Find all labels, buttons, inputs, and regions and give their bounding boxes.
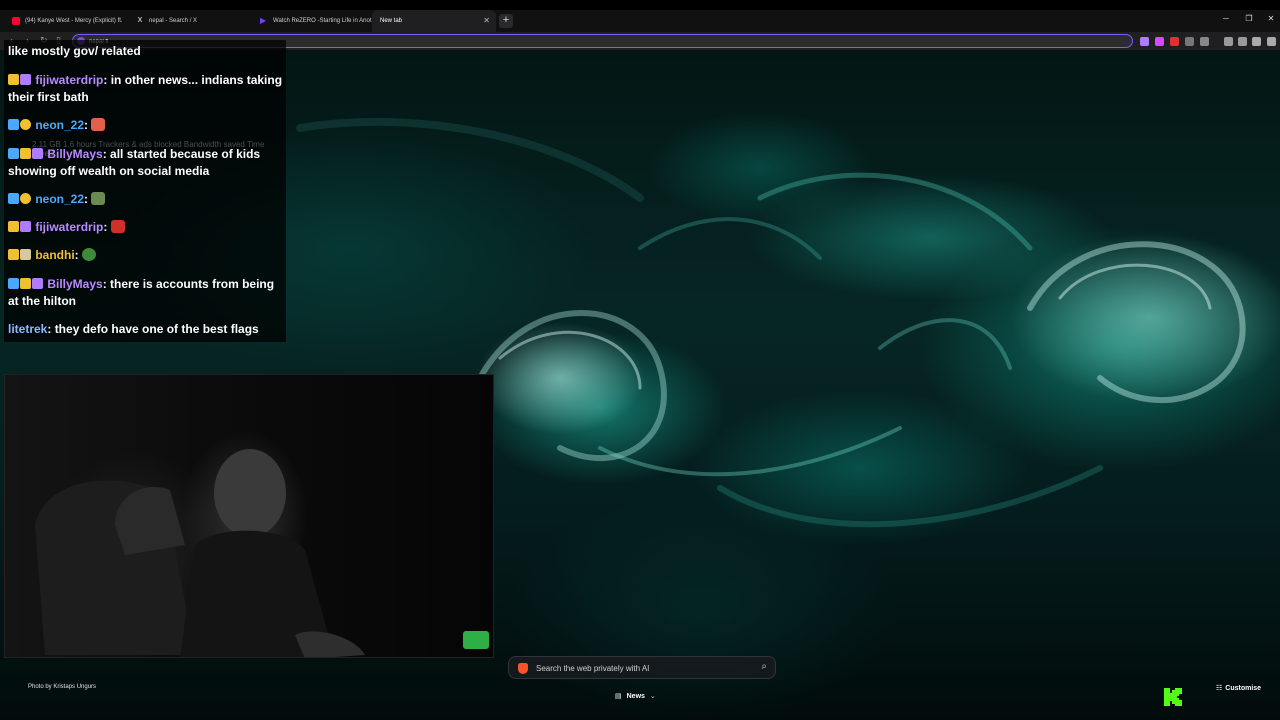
tab-title: (94) Kanye West - Mercy (Explicit) ft. bbox=[25, 18, 123, 24]
tab-title: New tab bbox=[380, 18, 403, 24]
close-window-icon[interactable]: ✕ bbox=[1265, 14, 1277, 23]
verified-badge-icon bbox=[8, 119, 19, 130]
sub-badge-icon bbox=[20, 221, 31, 232]
chat-username[interactable]: BillyMays bbox=[47, 147, 102, 161]
chat-username[interactable]: neon_22 bbox=[35, 118, 84, 132]
verified-badge-icon bbox=[8, 278, 19, 289]
face-emote-icon bbox=[91, 192, 106, 205]
message-text: : bbox=[84, 192, 89, 206]
chat-message: neon_22: bbox=[8, 191, 284, 208]
news-icon: ▤ bbox=[615, 693, 622, 700]
customise-button[interactable]: ☷ Customise bbox=[1216, 684, 1262, 693]
search-icon[interactable]: ⌕ bbox=[761, 661, 767, 672]
message-text: : bbox=[103, 220, 108, 234]
red-emote-icon bbox=[110, 220, 125, 233]
sub-badge-icon bbox=[32, 278, 43, 289]
chat-username[interactable]: bandhi bbox=[35, 248, 74, 262]
tab-rezero[interactable]: ▶ Watch ReZERO -Starting Life in Anot bbox=[252, 10, 372, 32]
kick-logo-icon bbox=[1164, 688, 1182, 706]
x-icon: X bbox=[137, 17, 143, 24]
crown-badge-icon bbox=[8, 74, 19, 85]
customise-icon: ☷ bbox=[1216, 685, 1223, 692]
chat-message: neon_22: bbox=[8, 117, 284, 134]
message-text: like mostly gov/ related bbox=[8, 44, 141, 58]
customise-label: Customise bbox=[1225, 684, 1262, 692]
chat-message: fijiwaterdrip: in other news... indians … bbox=[8, 72, 284, 106]
tab-x-search[interactable]: X nepal - Search / X bbox=[128, 10, 252, 32]
extension-icon[interactable] bbox=[1185, 37, 1194, 46]
webcam-feed bbox=[4, 374, 494, 658]
sub-badge-icon bbox=[20, 74, 31, 85]
new-tab-button[interactable]: + bbox=[499, 14, 513, 28]
gift-badge-icon bbox=[20, 193, 31, 204]
tab-title: Watch ReZERO -Starting Life in Anot bbox=[273, 18, 372, 24]
extension-icon[interactable] bbox=[1140, 37, 1149, 46]
photo-credit[interactable]: Photo by Kristaps Ungurs bbox=[28, 684, 96, 690]
crown-badge-icon bbox=[8, 221, 19, 232]
crown-badge-icon bbox=[20, 278, 31, 289]
chevron-down-icon: ⌄ bbox=[649, 693, 656, 700]
chat-message: BillyMays: there is accounts from being … bbox=[8, 276, 284, 310]
youtube-icon bbox=[12, 17, 20, 25]
tab-new-tab[interactable]: New tab ✕ bbox=[372, 10, 496, 32]
chat-message: BillyMays: all started because of kids s… bbox=[8, 146, 284, 180]
play-icon: ▶ bbox=[260, 16, 267, 25]
message-text: : they defo have one of the best flags bbox=[47, 322, 259, 336]
crown-badge-icon bbox=[8, 249, 19, 260]
chat-message: fijiwaterdrip: bbox=[8, 219, 284, 236]
tab-youtube[interactable]: (94) Kanye West - Mercy (Explicit) ft. bbox=[4, 10, 128, 32]
chat-username[interactable]: BillyMays bbox=[47, 277, 102, 291]
extension-icon[interactable] bbox=[1170, 37, 1179, 46]
chat-username[interactable]: fijiwaterdrip bbox=[35, 73, 103, 87]
chat-username[interactable]: neon_22 bbox=[35, 192, 84, 206]
search-input[interactable] bbox=[536, 661, 746, 675]
minimize-icon[interactable]: ─ bbox=[1220, 14, 1232, 23]
extension-icon[interactable] bbox=[1200, 37, 1209, 46]
search-box[interactable]: ⌕ bbox=[508, 656, 776, 679]
media-icon[interactable] bbox=[1224, 37, 1233, 46]
restore-icon[interactable]: ❐ bbox=[1243, 14, 1255, 23]
verified-badge-icon bbox=[8, 193, 19, 204]
chat-message: like mostly gov/ related bbox=[8, 43, 284, 60]
streamer-silhouette bbox=[35, 449, 489, 657]
frog-emote-icon bbox=[82, 248, 97, 261]
tab-title: nepal - Search / X bbox=[149, 18, 198, 24]
sub-badge-icon bbox=[20, 249, 31, 260]
crown-badge-icon bbox=[20, 148, 31, 159]
news-button[interactable]: ▤ News ⌄ bbox=[615, 689, 656, 703]
chat-username[interactable]: fijiwaterdrip bbox=[35, 220, 103, 234]
extension-icon[interactable] bbox=[1155, 37, 1164, 46]
chat-message: bandhi: bbox=[8, 247, 284, 264]
brave-logo-icon bbox=[518, 663, 528, 674]
close-tab-icon[interactable]: ✕ bbox=[483, 16, 490, 25]
sidebar-icon[interactable] bbox=[1238, 37, 1247, 46]
sub-badge-icon bbox=[32, 148, 43, 159]
menu-icon[interactable] bbox=[1267, 37, 1276, 46]
message-text: : bbox=[84, 118, 89, 132]
stream-chat-overlay: 2.11 GB 1.6 hours Trackers & ads blocked… bbox=[4, 40, 286, 342]
gift-badge-icon bbox=[20, 119, 31, 130]
verified-badge-icon bbox=[8, 148, 19, 159]
tab-strip: (94) Kanye West - Mercy (Explicit) ft. X… bbox=[0, 10, 1280, 32]
chat-message: litetrek: they defo have one of the best… bbox=[8, 321, 284, 338]
chat-username[interactable]: litetrek bbox=[8, 322, 47, 336]
message-text: : all started because of kids showing of… bbox=[8, 147, 261, 178]
pepe-emote-icon bbox=[91, 118, 106, 131]
news-label: News bbox=[626, 692, 645, 700]
wallet-icon[interactable] bbox=[1252, 37, 1261, 46]
message-text: : bbox=[74, 248, 79, 262]
